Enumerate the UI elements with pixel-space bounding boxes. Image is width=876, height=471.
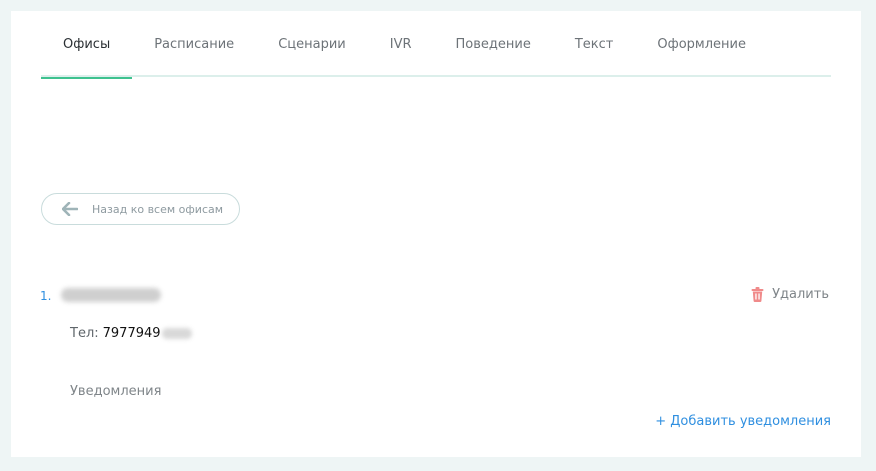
tab-ivr[interactable]: IVR — [390, 11, 412, 77]
trash-icon — [751, 287, 764, 302]
back-button-label: Назад ко всем офисам — [92, 202, 224, 216]
office-number: 1. — [40, 289, 52, 303]
phone-label: Тел: — [70, 326, 99, 341]
office-phone: Тел: 7977949 — [70, 326, 192, 341]
tab-schedule[interactable]: Расписание — [154, 11, 234, 77]
tab-bar: Офисы Расписание Сценарии IVR Поведение … — [41, 11, 831, 79]
tab-offices[interactable]: Офисы — [41, 11, 133, 79]
tab-behavior[interactable]: Поведение — [456, 11, 531, 77]
phone-value: 7977949 — [102, 326, 161, 341]
office-name-redacted — [61, 288, 161, 302]
tab-text[interactable]: Текст — [575, 11, 614, 77]
phone-redacted-part — [161, 328, 192, 339]
add-notification-link[interactable]: + Добавить уведомления — [655, 414, 831, 429]
delete-label: Удалить — [772, 287, 829, 302]
back-to-offices-button[interactable]: Назад ко всем офисам — [41, 193, 240, 225]
notifications-heading: Уведомления — [70, 384, 162, 399]
delete-office-button[interactable]: Удалить — [751, 287, 829, 302]
tab-appearance[interactable]: Оформление — [657, 11, 746, 77]
arrow-left-icon — [62, 202, 78, 216]
settings-card: Офисы Расписание Сценарии IVR Поведение … — [11, 11, 861, 457]
tab-scenarios[interactable]: Сценарии — [278, 11, 346, 77]
